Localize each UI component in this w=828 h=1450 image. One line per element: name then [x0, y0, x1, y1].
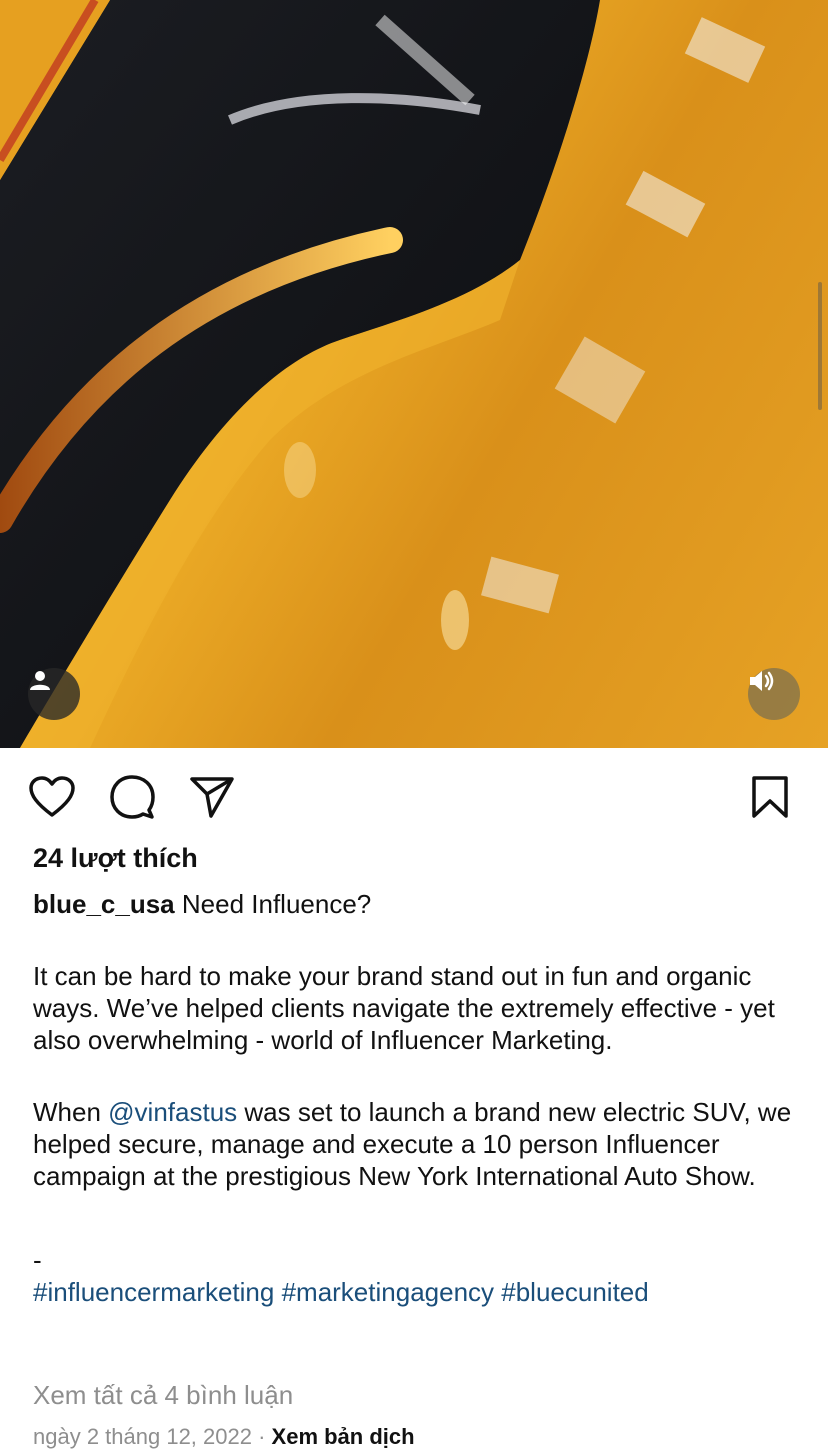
comment-button[interactable] — [108, 774, 156, 820]
like-button[interactable] — [28, 774, 76, 820]
mention-link[interactable]: @vinfastus — [108, 1097, 237, 1127]
caption-paragraph-2-start: When — [33, 1097, 109, 1127]
save-button[interactable] — [746, 774, 794, 820]
sound-toggle-button[interactable] — [748, 668, 800, 720]
person-tag-icon — [30, 671, 50, 690]
caption-headline: Need Influence? — [181, 889, 372, 919]
view-all-comments-link[interactable]: Xem tất cả 4 bình luận — [33, 1380, 293, 1411]
bookmark-icon — [752, 776, 788, 818]
caption-dash: - — [33, 1245, 42, 1275]
caption-paragraph-1: It can be hard to make your brand stand … — [33, 961, 775, 1055]
post-action-bar — [0, 748, 828, 844]
tag-people-button[interactable] — [28, 668, 80, 720]
heart-icon — [29, 776, 75, 817]
post-date: ngày 2 tháng 12, 2022 — [33, 1424, 252, 1449]
post-meta-row: ngày 2 tháng 12, 2022 · Xem bản dịch — [33, 1424, 415, 1450]
like-count[interactable]: 24 lượt thích — [33, 843, 198, 874]
see-translation-link[interactable]: Xem bản dịch — [272, 1424, 415, 1449]
paper-plane-icon — [190, 777, 234, 818]
hashtag-links[interactable]: #influencermarketing #marketingagency #b… — [33, 1276, 803, 1308]
speaker-icon — [750, 671, 774, 691]
caption-username[interactable]: blue_c_usa — [33, 889, 175, 919]
scroll-indicator — [818, 282, 822, 410]
comment-bubble-icon — [110, 775, 155, 819]
post-video[interactable] — [0, 0, 828, 748]
post-caption: blue_c_usa Need Influence? It can be har… — [33, 888, 803, 1308]
meta-separator: · — [251, 1424, 272, 1449]
share-button[interactable] — [188, 774, 236, 820]
car-closeup-image — [0, 0, 766, 748]
